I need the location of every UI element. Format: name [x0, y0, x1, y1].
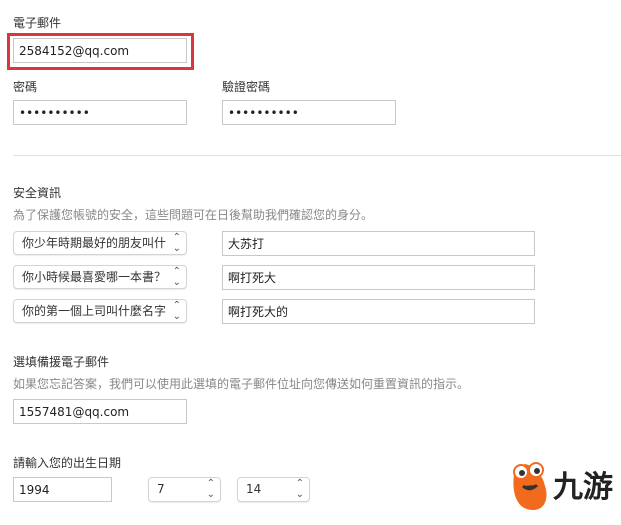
confirm-password-input[interactable]	[222, 100, 396, 125]
select-value: 你的第一個上司叫什麼名字	[22, 304, 167, 318]
chevron-updown-icon: ⌃ ⌄	[172, 232, 181, 254]
chevron-updown-icon: ⌃ ⌄	[295, 478, 304, 500]
email-label: 電子郵件	[13, 16, 62, 30]
chevron-updown-icon: ⌃ ⌄	[172, 300, 181, 322]
backup-email-input[interactable]	[13, 399, 187, 424]
birth-year-input[interactable]	[13, 477, 112, 502]
chevron-updown-icon: ⌃ ⌄	[206, 478, 215, 500]
security-question-1-select[interactable]: 你少年時期最好的朋友叫什 ⌃ ⌄	[13, 231, 187, 255]
birth-month-select[interactable]: 7 ⌃ ⌄	[148, 477, 221, 502]
backup-email-description: 如果您忘記答案，我們可以使用此選填的電子郵件位址向您傳送如何重置資訊的指示。	[13, 377, 470, 391]
birthday-label: 請輸入您的出生日期	[13, 456, 122, 470]
select-value: 7	[157, 482, 165, 496]
divider	[13, 155, 621, 156]
watermark-text: 九游	[553, 470, 613, 505]
backup-email-label: 選填備援電子郵件	[13, 355, 110, 369]
security-question-2-select[interactable]: 你小時候最喜愛哪一本書？ ⌃ ⌄	[13, 265, 187, 289]
birth-day-select[interactable]: 14 ⌃ ⌄	[237, 477, 310, 502]
select-value: 你小時候最喜愛哪一本書？	[22, 270, 167, 284]
security-question-3-select[interactable]: 你的第一個上司叫什麼名字 ⌃ ⌄	[13, 299, 187, 323]
chevron-updown-icon: ⌃ ⌄	[172, 266, 181, 288]
security-answer-2-input[interactable]	[222, 265, 535, 290]
select-value: 你少年時期最好的朋友叫什	[22, 236, 167, 250]
security-answer-1-input[interactable]	[222, 231, 535, 256]
watermark-logo: 九游	[505, 448, 621, 522]
security-title: 安全資訊	[13, 186, 62, 200]
confirm-password-label: 驗證密碼	[222, 80, 271, 94]
password-input[interactable]	[13, 100, 187, 125]
security-description: 為了保護您帳號的安全，這些問題可在日後幫助我們確認您的身分。	[13, 208, 374, 222]
select-value: 14	[246, 482, 262, 496]
email-input[interactable]	[13, 38, 187, 63]
security-answer-3-input[interactable]	[222, 299, 535, 324]
password-label: 密碼	[13, 80, 38, 94]
